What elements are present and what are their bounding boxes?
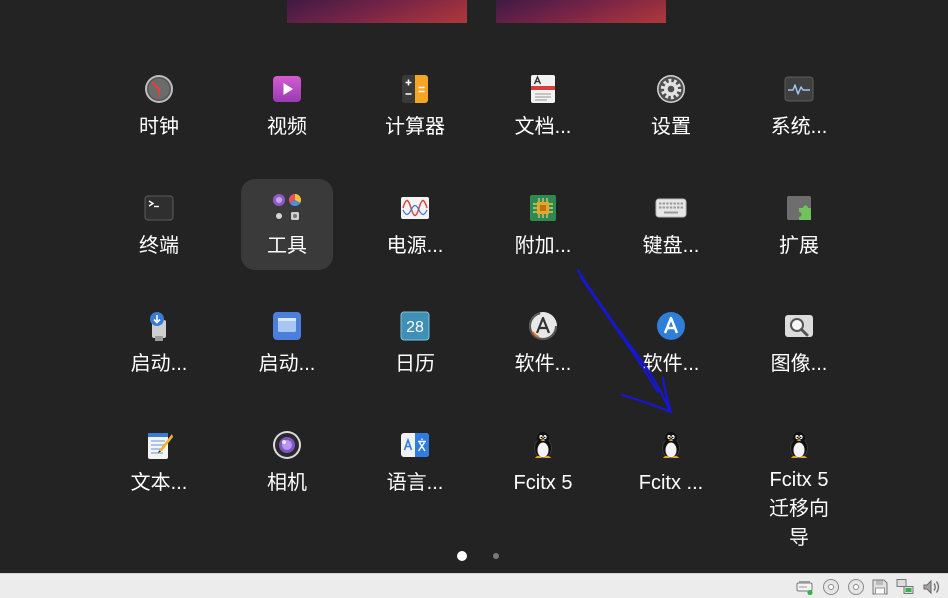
usb-disk-creator-icon	[143, 310, 175, 342]
app-tile-calendar[interactable]: 28 日历	[351, 310, 479, 429]
app-label: 文档...	[514, 116, 572, 138]
app-label: 相机	[267, 471, 307, 494]
app-label: 终端	[139, 234, 179, 257]
folder-grid-icon	[271, 192, 303, 224]
image-viewer-icon	[783, 310, 815, 342]
startup-window-icon	[271, 310, 303, 342]
power-statistics-icon	[399, 192, 431, 224]
app-tile-software[interactable]: 软件...	[607, 310, 735, 429]
calculator-icon	[399, 73, 431, 105]
app-tile-software-updater[interactable]: 软件...	[479, 310, 607, 429]
app-tile-terminal[interactable]: 终端	[95, 192, 223, 311]
app-label: 键盘...	[642, 234, 700, 257]
app-tile-startup-disk-creator[interactable]: 启动...	[95, 310, 223, 429]
app-grid: 时钟 视频 计算器 文档... 设置 系统... 终端 工具 电源... 附加.…	[95, 73, 863, 547]
page-dot-1[interactable]	[457, 551, 467, 561]
app-label: 视频	[267, 116, 307, 138]
document-viewer-icon	[527, 73, 559, 105]
app-tile-power-statistics[interactable]: 电源...	[351, 192, 479, 311]
app-folder-tools[interactable]: 工具	[223, 178, 351, 311]
app-label: Fcitx 5 迁移向导	[769, 468, 829, 548]
hard-disk-icon[interactable]	[796, 578, 814, 596]
calendar-icon: 28	[399, 310, 431, 342]
terminal-icon	[143, 192, 175, 224]
app-tile-document-viewer[interactable]: 文档...	[479, 73, 607, 192]
app-tile-additional-drivers[interactable]: 附加...	[479, 192, 607, 311]
app-tile-calculator[interactable]: 计算器	[351, 73, 479, 192]
app-tile-camera[interactable]: 相机	[223, 429, 351, 548]
app-tile-fcitx5-migrator[interactable]: Fcitx 5 迁移向导	[735, 429, 863, 548]
app-tile-settings[interactable]: 设置	[607, 73, 735, 192]
app-tile-fcitx5-config[interactable]: Fcitx ...	[607, 429, 735, 548]
speaker-icon[interactable]	[922, 578, 940, 596]
floppy-disk-icon[interactable]	[871, 578, 889, 596]
calendar-icon-day: 28	[406, 319, 424, 336]
camera-icon	[271, 429, 303, 461]
app-label: 电源...	[386, 234, 444, 257]
app-label: 系统...	[770, 116, 828, 138]
app-tile-fcitx5[interactable]: Fcitx 5	[479, 429, 607, 548]
system-monitor-icon	[783, 73, 815, 105]
network-icon[interactable]	[896, 578, 914, 596]
optical-disc-icon[interactable]	[847, 578, 865, 596]
app-label: 语言...	[386, 471, 444, 494]
app-label: 启动...	[258, 353, 316, 375]
app-tile-startup-applications[interactable]: 启动...	[223, 310, 351, 429]
app-label: Fcitx ...	[638, 471, 704, 494]
app-label: 软件...	[642, 353, 700, 375]
language-icon	[399, 429, 431, 461]
app-label: 启动...	[130, 353, 188, 375]
vm-status-bar	[0, 573, 948, 598]
videos-icon	[271, 73, 303, 105]
app-label: 文本...	[130, 471, 188, 494]
app-label: 计算器	[385, 116, 445, 138]
app-label: 软件...	[514, 353, 572, 375]
tux-penguin-icon	[783, 429, 815, 461]
app-tile-image-viewer[interactable]: 图像...	[735, 310, 863, 429]
app-label: 工具	[267, 234, 307, 257]
app-tile-keyboard[interactable]: 键盘...	[607, 192, 735, 311]
app-tile-language-support[interactable]: 语言...	[351, 429, 479, 548]
app-tile-system-monitor[interactable]: 系统...	[735, 73, 863, 192]
app-label: Fcitx 5	[513, 471, 573, 494]
workspace-thumbnail-2[interactable]	[496, 0, 666, 23]
clock-icon	[143, 73, 175, 105]
tux-penguin-icon	[527, 429, 559, 461]
app-label: 设置	[651, 116, 691, 138]
keyboard-icon	[655, 192, 687, 224]
app-label: 日历	[395, 353, 435, 375]
optical-disc-icon[interactable]	[822, 578, 840, 596]
app-tile-text-editor[interactable]: 文本...	[95, 429, 223, 548]
app-tile-clocks[interactable]: 时钟	[95, 73, 223, 192]
app-label: 附加...	[514, 234, 572, 257]
tux-penguin-icon	[655, 429, 687, 461]
text-editor-icon	[143, 429, 175, 461]
software-store-icon	[655, 310, 687, 342]
app-tile-extensions[interactable]: 扩展	[735, 192, 863, 311]
page-dot-2[interactable]	[493, 553, 499, 559]
app-label: 图像...	[770, 353, 828, 375]
app-label: 时钟	[139, 116, 179, 138]
software-updater-icon	[527, 310, 559, 342]
app-label: 扩展	[779, 234, 819, 257]
workspace-thumbnail-1[interactable]	[287, 0, 467, 23]
settings-gear-icon	[655, 73, 687, 105]
puzzle-extension-icon	[783, 192, 815, 224]
app-tile-videos[interactable]: 视频	[223, 73, 351, 192]
driver-chip-icon	[527, 192, 559, 224]
